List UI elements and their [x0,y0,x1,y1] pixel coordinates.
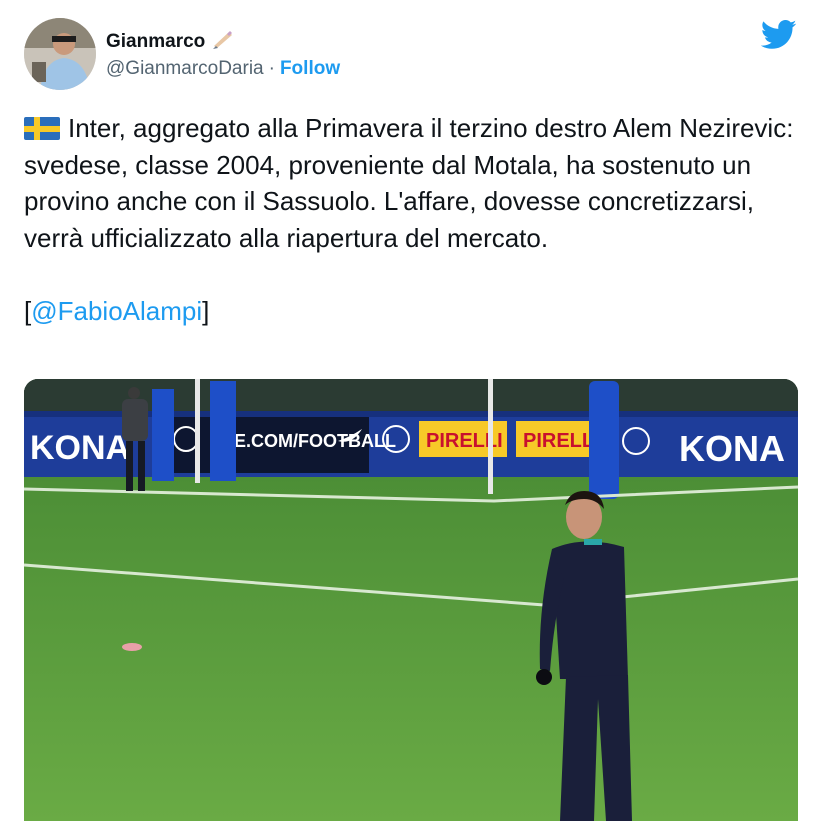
avatar[interactable] [24,18,96,90]
photo-image: KONA E.COM/FOOTBALL PIRELLI PIRELLI KONA [24,379,798,821]
author-name[interactable]: Gianmarco [106,31,205,53]
board-pirelli-2: PIRELLI [523,430,600,452]
mention-link[interactable]: @FabioAlampi [31,296,202,326]
author-handle-row: @GianmarcoDaria · Follow [106,58,340,80]
board-kona-left: KONA [30,429,130,467]
tweet-card: Gianmarco @GianmarcoDaria · Follow Inter… [0,0,813,821]
sweden-flag-icon [24,117,60,140]
twitter-bird-icon[interactable] [761,20,797,50]
follow-button[interactable]: Follow [280,58,340,80]
author-name-row: Gianmarco [106,28,235,55]
board-kona-right: KONA [679,428,785,469]
mention-close-bracket: ] [202,295,210,326]
separator-dot: · [268,58,275,79]
tweet-photo[interactable]: KONA E.COM/FOOTBALL PIRELLI PIRELLI KONA [24,379,798,821]
writing-hand-icon [211,28,235,55]
avatar-image [24,18,96,90]
tweet-body: Inter, aggregato alla Primavera il terzi… [24,113,801,253]
author-handle[interactable]: @GianmarcoDaria [106,58,264,80]
tweet-text: Inter, aggregato alla Primavera il terzi… [24,110,804,329]
board-website: E.COM/FOOTBALL [234,431,396,451]
